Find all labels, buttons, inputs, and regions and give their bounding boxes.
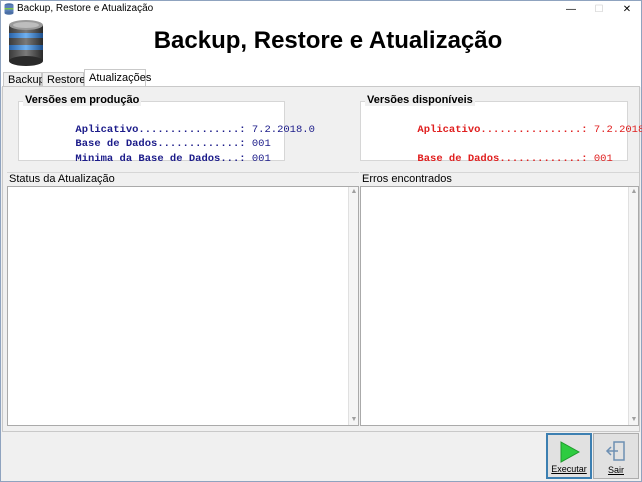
available-app-value: 7.2.2018.0 [593, 124, 642, 136]
database-icon [4, 3, 14, 15]
tab-restore[interactable]: Restore [42, 72, 86, 87]
window-title: Backup, Restore e Atualização [17, 3, 154, 14]
execute-button[interactable]: Executar [546, 433, 592, 479]
errors-pane: Erros encontrados ▲ ▼ [360, 172, 639, 426]
status-textarea[interactable]: ▲ ▼ [7, 186, 359, 426]
production-versions-group: Versões em produção Aplicativo..........… [18, 94, 315, 165]
tab-backup[interactable]: Backup [3, 72, 45, 87]
available-app-label: Aplicativo................: [417, 124, 588, 136]
exit-door-icon [605, 441, 625, 461]
play-icon [560, 441, 580, 463]
maximize-button[interactable]: ☐ [585, 1, 613, 17]
execute-button-label: Executar [551, 464, 587, 474]
exit-button[interactable]: Sair [593, 433, 639, 479]
production-versions-title: Versões em produção [23, 94, 142, 106]
status-pane-title: Status da Atualização [7, 172, 359, 186]
scroll-down-icon[interactable]: ▼ [349, 415, 359, 425]
status-scrollbar[interactable]: ▲ ▼ [348, 187, 358, 425]
close-button[interactable]: ✕ [613, 1, 641, 17]
tab-atualizacoes[interactable]: Atualizações [84, 69, 151, 87]
title-bar[interactable]: Backup, Restore e Atualização — ☐ ✕ [1, 1, 641, 17]
tab-panel-atualizacoes: Versões em produção Aplicativo..........… [2, 86, 642, 432]
minimize-button[interactable]: — [557, 1, 585, 17]
status-pane: Status da Atualização ▲ ▼ [7, 172, 359, 426]
tab-bar: Backup Restore Atualizações [1, 69, 641, 87]
page-title: Backup, Restore e Atualização [153, 27, 503, 54]
production-min-db-label: Minima da Base de Dados...: [75, 153, 246, 165]
scroll-up-icon[interactable]: ▲ [349, 187, 359, 197]
production-min-db-value: 001 [251, 153, 271, 165]
app-window: Backup, Restore e Atualização — ☐ ✕ Back… [0, 0, 642, 482]
errors-scrollbar[interactable]: ▲ ▼ [628, 187, 638, 425]
available-db-value: 001 [593, 153, 613, 165]
header: Backup, Restore e Atualização [1, 17, 641, 69]
available-versions-group: Versões disponíveis Aplicativo..........… [360, 94, 642, 165]
available-db-label: Base de Dados.............: [417, 153, 588, 165]
errors-pane-title: Erros encontrados [360, 172, 639, 186]
scroll-up-icon[interactable]: ▲ [629, 187, 639, 197]
errors-textarea[interactable]: ▲ ▼ [360, 186, 639, 426]
available-versions-title: Versões disponíveis [365, 94, 475, 106]
scroll-down-icon[interactable]: ▼ [629, 415, 639, 425]
exit-button-label: Sair [607, 465, 624, 475]
